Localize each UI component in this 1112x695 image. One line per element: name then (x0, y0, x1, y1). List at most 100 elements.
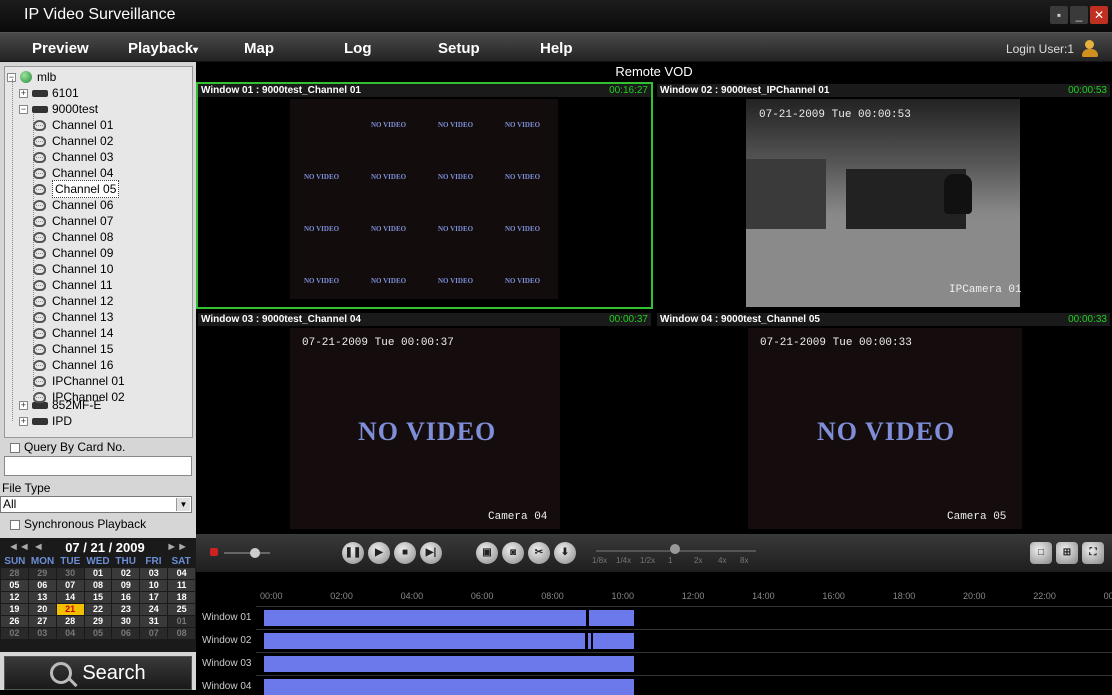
calendar-day[interactable]: 15 (84, 592, 112, 603)
video-window-4[interactable]: Window 04 : 9000test_Channel 05 00:00:33 … (655, 311, 1112, 531)
calendar-day[interactable]: 06 (28, 580, 56, 591)
calendar-day[interactable]: 25 (168, 604, 195, 615)
channel-node[interactable]: Channel 11 (21, 277, 113, 293)
cut-icon[interactable]: ✂ (528, 542, 550, 564)
speed-label[interactable]: 1/2x (640, 556, 655, 565)
speed-label[interactable]: 1 (668, 556, 672, 565)
query-card-checkbox[interactable] (10, 442, 20, 453)
calendar-day[interactable]: 11 (168, 580, 195, 591)
collapse-icon[interactable]: − (19, 104, 28, 114)
pause-icon[interactable]: ❚❚ (342, 542, 364, 564)
next-month-icon[interactable]: ►► (166, 541, 188, 553)
device-node[interactable]: +6101 (7, 85, 79, 101)
recording-segment[interactable] (264, 633, 585, 649)
channel-node[interactable]: Channel 06 (21, 197, 113, 213)
speed-slider[interactable]: 1/8x 1/4x 1/2x 1 2x 4x 8x (592, 534, 762, 572)
device-node[interactable]: + IPD (7, 413, 72, 429)
file-type-select[interactable]: All ▼ (0, 496, 192, 513)
calendar-day[interactable]: 18 (168, 592, 195, 603)
speed-label[interactable]: 4x (718, 556, 726, 565)
calendar-day[interactable]: 03 (28, 628, 56, 639)
channel-node[interactable]: IPChannel 02 (21, 389, 125, 405)
chevron-down-icon[interactable]: ▼ (176, 498, 190, 511)
channel-node[interactable]: Channel 01 (21, 117, 113, 133)
calendar-day[interactable]: 17 (140, 592, 168, 603)
calendar-day[interactable]: 26 (1, 616, 28, 627)
calendar-day[interactable]: 31 (140, 616, 168, 627)
menu-setup[interactable]: Setup (438, 40, 480, 57)
speed-label[interactable]: 8x (740, 556, 748, 565)
restore-icon[interactable]: ▪ (1050, 6, 1068, 24)
menu-preview[interactable]: Preview (32, 40, 89, 57)
video-window-3[interactable]: Window 03 : 9000test_Channel 04 00:00:37 … (196, 311, 653, 531)
play-icon[interactable]: ▶ (368, 542, 390, 564)
menu-playback[interactable]: Playback▾ (128, 40, 198, 57)
channel-node[interactable]: Channel 02 (21, 133, 113, 149)
channel-node[interactable]: Channel 07 (21, 213, 113, 229)
snapshot-icon[interactable]: ◙ (502, 542, 524, 564)
channel-node[interactable]: Channel 12 (21, 293, 113, 309)
channel-node[interactable]: Channel 14 (21, 325, 113, 341)
recording-segment[interactable] (264, 656, 634, 672)
channel-node[interactable]: Channel 10 (21, 261, 113, 277)
sync-playback-option[interactable]: Synchronous Playback (10, 517, 146, 531)
menu-log[interactable]: Log (344, 40, 372, 57)
search-button[interactable]: Search (4, 656, 192, 690)
calendar-day[interactable]: 05 (1, 580, 28, 591)
calendar-day[interactable]: 23 (112, 604, 140, 615)
recording-segment[interactable] (264, 679, 634, 695)
calendar-day[interactable]: 07 (140, 628, 168, 639)
minimize-icon[interactable]: _ (1070, 6, 1088, 24)
calendar-day[interactable]: 24 (140, 604, 168, 615)
calendar-day[interactable]: 16 (112, 592, 140, 603)
speed-label[interactable]: 1/4x (616, 556, 631, 565)
calendar-day[interactable]: 07 (56, 580, 84, 591)
calendar-day[interactable]: 30 (56, 568, 84, 579)
volume-slider[interactable] (210, 548, 270, 558)
calendar-day[interactable]: 28 (1, 568, 28, 579)
calendar-day[interactable]: 12 (1, 592, 28, 603)
recording-segment[interactable] (593, 633, 634, 649)
close-icon[interactable]: ✕ (1090, 6, 1108, 24)
calendar-day[interactable]: 29 (28, 568, 56, 579)
channel-node[interactable]: Channel 13 (21, 309, 113, 325)
calendar-day[interactable]: 29 (84, 616, 112, 627)
card-number-input[interactable] (4, 456, 192, 476)
calendar-day[interactable]: 19 (1, 604, 28, 615)
sync-playback-checkbox[interactable] (10, 519, 20, 530)
volume-knob[interactable] (250, 548, 260, 558)
recording-segment[interactable] (588, 633, 591, 649)
calendar-day[interactable]: 05 (84, 628, 112, 639)
mute-icon[interactable] (210, 548, 218, 556)
fullscreen-icon[interactable]: ⛶ (1082, 542, 1104, 564)
calendar-day[interactable]: 04 (56, 628, 84, 639)
calendar-day[interactable]: 21 (56, 604, 84, 615)
user-icon[interactable] (1080, 40, 1100, 58)
calendar-day[interactable]: 14 (56, 592, 84, 603)
channel-node[interactable]: Channel 16 (21, 357, 113, 373)
quad-window-icon[interactable]: ⊞ (1056, 542, 1078, 564)
calendar-day[interactable]: 04 (168, 568, 195, 579)
channel-node[interactable]: Channel 05 (21, 180, 120, 198)
prev-month-icon[interactable]: ◄◄ ◄ (8, 541, 44, 553)
calendar-day[interactable]: 13 (28, 592, 56, 603)
speed-knob[interactable] (670, 544, 680, 554)
calendar-day[interactable]: 30 (112, 616, 140, 627)
calendar-day[interactable]: 02 (1, 628, 28, 639)
video-window-1[interactable]: Window 01 : 9000test_Channel 01 00:16:27 … (196, 82, 653, 309)
calendar-day[interactable]: 22 (84, 604, 112, 615)
query-card-option[interactable]: Query By Card No. (10, 440, 125, 454)
single-window-icon[interactable]: □ (1030, 542, 1052, 564)
expand-icon[interactable]: + (19, 88, 28, 98)
capture-clip-icon[interactable]: ▣ (476, 542, 498, 564)
download-icon[interactable]: ⬇ (554, 542, 576, 564)
tree-root[interactable]: − mlb (7, 69, 56, 85)
video-window-2[interactable]: Window 02 : 9000test_IPChannel 01 00:00:5… (655, 82, 1112, 309)
calendar-day[interactable]: 01 (168, 616, 195, 627)
channel-node[interactable]: Channel 04 (21, 165, 113, 181)
channel-node[interactable]: Channel 09 (21, 245, 113, 261)
speed-label[interactable]: 1/8x (592, 556, 607, 565)
calendar-day[interactable]: 27 (28, 616, 56, 627)
speed-label[interactable]: 2x (694, 556, 702, 565)
calendar-day[interactable]: 28 (56, 616, 84, 627)
